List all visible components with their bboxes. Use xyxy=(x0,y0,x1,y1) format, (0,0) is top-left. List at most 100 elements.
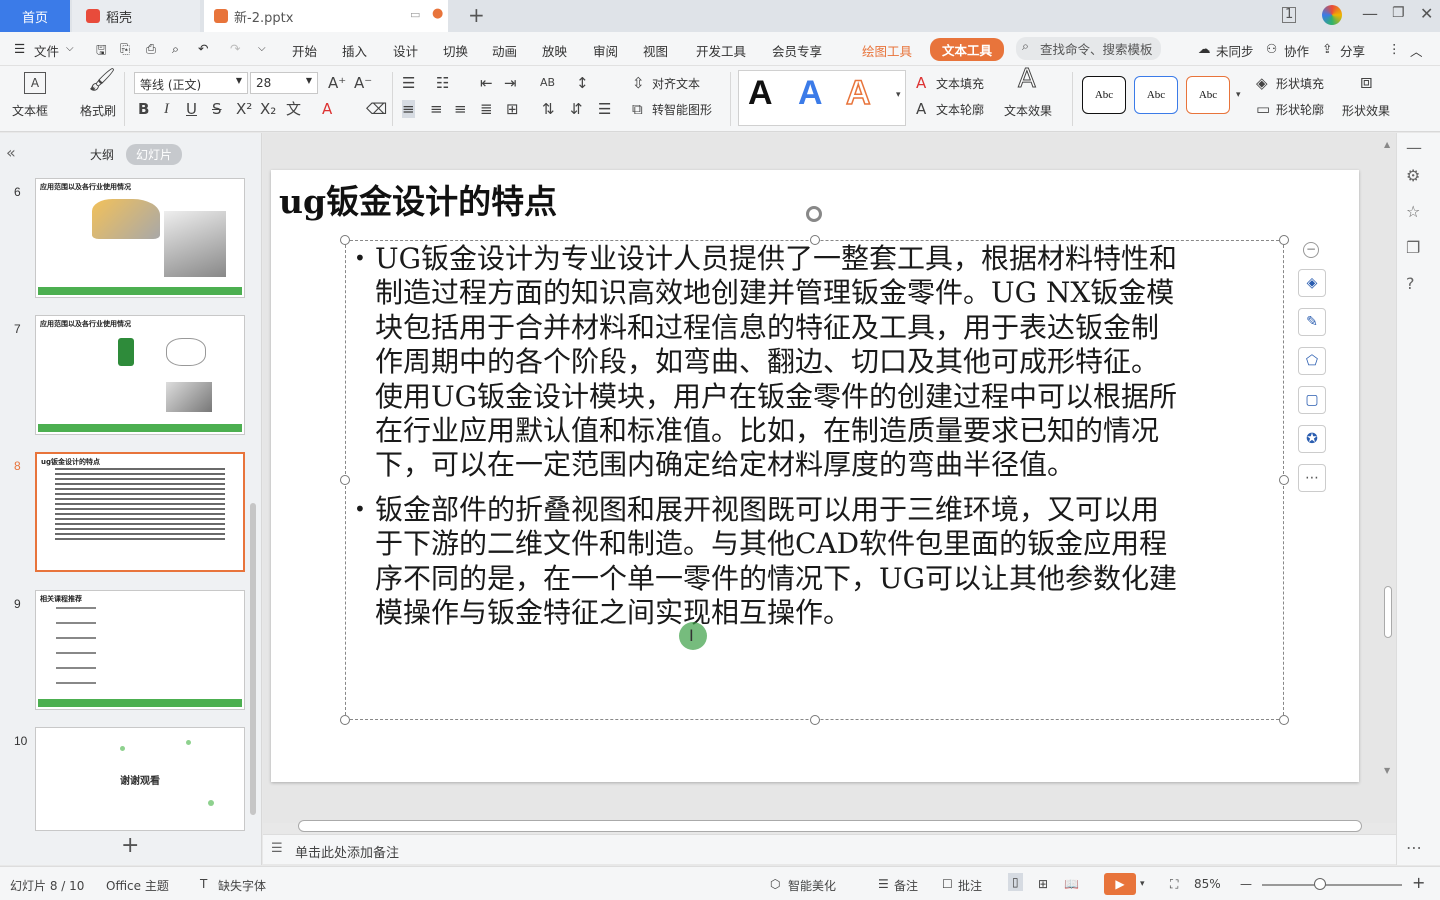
scroll-down-icon[interactable]: ▼ xyxy=(1384,766,1390,775)
menu-view[interactable]: 视图 xyxy=(643,41,668,60)
bullet-list-icon[interactable]: ☰ xyxy=(402,74,415,92)
resize-handle[interactable] xyxy=(1279,475,1289,485)
font-size-select[interactable]: 28 ▼ xyxy=(250,72,318,94)
star-icon[interactable]: ☆ xyxy=(1406,202,1420,221)
print-icon[interactable]: ⎙ xyxy=(146,41,156,57)
numbered-list-icon[interactable]: ☷ xyxy=(436,74,449,92)
theme-name[interactable]: Office 主题 xyxy=(106,877,169,894)
paragraph-spacing-icon[interactable]: ⇵ xyxy=(570,100,583,118)
resize-handle[interactable] xyxy=(810,715,820,725)
save-icon[interactable]: 🖫 xyxy=(96,41,107,62)
panel-scrollbar[interactable] xyxy=(250,503,256,815)
menu-animation[interactable]: 动画 xyxy=(492,41,517,60)
format-painter-button[interactable]: 格式刷 xyxy=(80,102,116,119)
shape-effect-icon[interactable]: ⧈ xyxy=(1360,71,1373,91)
minus-icon[interactable]: — xyxy=(1406,138,1422,157)
align-left-icon[interactable]: ≡ xyxy=(402,100,415,118)
bullet-paragraph-1[interactable]: UG钣金设计为专业设计人员提供了一整套工具，根据材料特性和 制造过程方面的知识高… xyxy=(375,242,1270,483)
menu-developer[interactable]: 开发工具 xyxy=(696,41,746,60)
menu-review[interactable]: 审阅 xyxy=(593,41,618,60)
redo-icon[interactable]: ↷ xyxy=(230,41,240,56)
zoom-level[interactable]: 85% xyxy=(1194,877,1221,891)
text-effect-icon[interactable]: A xyxy=(1018,66,1037,93)
collapse-ribbon-icon[interactable]: ︿ xyxy=(1410,41,1423,60)
resize-handle[interactable] xyxy=(340,235,350,245)
shape-outline-icon[interactable]: ▭ xyxy=(1256,100,1270,118)
resize-handle[interactable] xyxy=(340,715,350,725)
rotate-handle-icon[interactable] xyxy=(806,206,822,222)
tab-slides[interactable]: 幻灯片 xyxy=(126,144,183,165)
sort-icon[interactable]: ↕ xyxy=(576,74,589,92)
slide-thumbnail-6[interactable]: 应用范围以及各行业使用情况 xyxy=(35,178,245,298)
format-painter-icon[interactable]: 🖌 xyxy=(88,70,116,92)
zoom-slider[interactable] xyxy=(1262,884,1402,886)
add-slide-icon[interactable]: + xyxy=(121,833,139,858)
zoom-slider-thumb[interactable] xyxy=(1314,878,1326,890)
textbox-button[interactable]: 文本框 xyxy=(12,102,48,119)
slide-thumbnail-7[interactable]: 应用范围以及各行业使用情况 xyxy=(35,315,245,435)
menu-file[interactable]: 文件 xyxy=(34,41,59,60)
decrease-indent-icon[interactable]: ⇤ xyxy=(480,74,493,92)
wordart-outline-style[interactable]: A xyxy=(845,73,871,113)
menu-slideshow[interactable]: 放映 xyxy=(542,41,567,60)
shape-gallery-more-icon[interactable]: ▾ xyxy=(1236,86,1241,104)
fill-icon[interactable]: ⬠ xyxy=(1298,347,1326,375)
wordart-blue-style[interactable]: A xyxy=(798,74,823,113)
slide-thumbnail-10[interactable]: 谢谢观看 xyxy=(35,727,245,831)
collapse-toolbar-icon[interactable]: − xyxy=(1303,242,1319,258)
underline-icon[interactable]: U xyxy=(186,100,197,118)
account-avatar-icon[interactable] xyxy=(1322,5,1342,25)
notes-bar[interactable]: ☰ 单击此处添加备注 xyxy=(263,834,1396,864)
minimize-icon[interactable]: — xyxy=(1362,4,1378,23)
tab-daoke[interactable]: 稻壳 xyxy=(72,0,200,32)
more-options-icon[interactable]: ⋯ xyxy=(1406,838,1422,857)
slide-title[interactable]: ug钣金设计的特点 xyxy=(279,175,557,223)
smartart-icon[interactable]: ⧉ xyxy=(632,100,643,118)
quick-access-more-icon[interactable]: ⌵ xyxy=(258,43,266,54)
play-options-icon[interactable]: ▾ xyxy=(1140,879,1145,889)
notes-button[interactable]: 备注 xyxy=(894,877,918,894)
shape-fill-button[interactable]: 形状填充 xyxy=(1276,75,1324,92)
hamburger-icon[interactable]: ☰ xyxy=(14,41,25,56)
search-box[interactable]: ⌕ 查找命令、搜索模板 xyxy=(1016,37,1161,60)
tab-home[interactable]: 首页 xyxy=(0,0,70,32)
align-text-button[interactable]: 对齐文本 xyxy=(652,75,700,92)
restore-icon[interactable]: ❐ xyxy=(1392,5,1405,21)
vertical-scroll-thumb[interactable] xyxy=(1384,586,1392,638)
collapse-panel-icon[interactable]: « xyxy=(6,143,16,162)
page-count-icon[interactable]: 1 xyxy=(1282,7,1297,23)
more-icon[interactable]: ⋮ xyxy=(1388,41,1401,56)
slide-thumbnail-9[interactable]: 相关课程推荐 xyxy=(35,590,245,710)
undo-icon[interactable]: ↶ xyxy=(198,41,208,56)
gallery-more-icon[interactable]: ▾ xyxy=(896,86,901,104)
resize-handle[interactable] xyxy=(1279,715,1289,725)
beautify-icon[interactable]: ⬡ xyxy=(770,877,780,891)
notes-toggle-icon[interactable]: ☰ xyxy=(878,877,889,891)
smartart-button[interactable]: 转智能图形 xyxy=(652,101,712,118)
vertical-scrollbar[interactable]: ▲ ▼ xyxy=(1384,140,1392,820)
phonetic-icon[interactable]: 文 xyxy=(286,100,301,118)
align-right-icon[interactable]: ≡ xyxy=(454,100,467,118)
new-tab-icon[interactable]: + xyxy=(468,3,485,27)
font-name-select[interactable]: 等线 (正文) ▼ xyxy=(134,72,248,94)
zoom-out-icon[interactable]: — xyxy=(1240,877,1252,891)
justify-icon[interactable]: ≣ xyxy=(480,100,493,118)
text-outline-button[interactable]: 文本轮廓 xyxy=(936,101,984,118)
sorter-view-icon[interactable]: ⊞ xyxy=(1038,877,1048,891)
reading-view-icon[interactable]: 📖 xyxy=(1064,877,1079,891)
print-preview-icon[interactable]: ⌕ xyxy=(172,41,179,57)
cloud-sync-icon[interactable]: ☁ xyxy=(1198,41,1211,56)
paragraph-icon[interactable]: ☰ xyxy=(598,100,611,118)
increase-font-icon[interactable]: A⁺ xyxy=(328,74,346,92)
subscript-icon[interactable]: X₂ xyxy=(260,100,276,118)
menu-start[interactable]: 开始 xyxy=(292,41,317,60)
copy-icon[interactable]: ❐ xyxy=(1406,238,1420,257)
distribute-icon[interactable]: ⊞ xyxy=(506,100,519,118)
more-tools-icon[interactable]: ⋯ xyxy=(1298,464,1326,492)
bullet-paragraph-2[interactable]: 钣金部件的折叠视图和展开视图既可以用于三维环境，又可以用 于下游的二维文件和制造… xyxy=(375,493,1270,631)
text-fill-button[interactable]: 文本填充 xyxy=(936,75,984,92)
zoom-in-icon[interactable]: + xyxy=(1412,873,1425,892)
increase-indent-icon[interactable]: ⇥ xyxy=(504,74,517,92)
align-center-icon[interactable]: ≡ xyxy=(430,100,443,118)
close-icon[interactable]: ✕ xyxy=(1420,4,1433,23)
